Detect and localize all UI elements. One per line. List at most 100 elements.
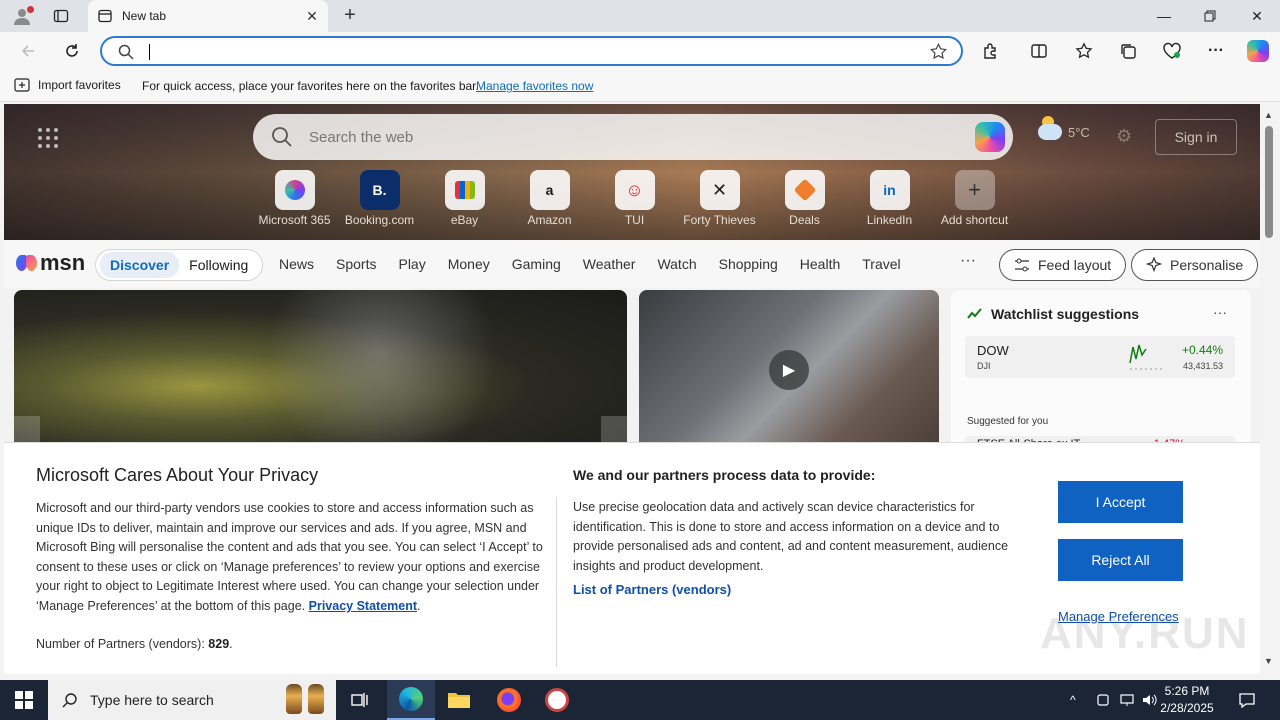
tab-new-tab[interactable]: New tab ✕ xyxy=(88,0,328,32)
taskbar-search-box[interactable]: Type here to search xyxy=(48,680,336,720)
privacy-consent-banner: Microsoft Cares About Your Privacy Micro… xyxy=(4,442,1260,674)
personalise-button[interactable]: Personalise xyxy=(1131,249,1259,281)
top-story-card[interactable] xyxy=(14,290,627,450)
browser-essentials-button[interactable] xyxy=(1160,40,1184,62)
favorites-button[interactable] xyxy=(1072,40,1096,62)
nav-item-watch[interactable]: Watch xyxy=(657,256,696,272)
firefox-icon xyxy=(497,688,521,712)
msn-logo[interactable]: msn xyxy=(16,250,85,276)
shortcut-linkedin[interactable]: in LinkedIn xyxy=(847,170,932,227)
privacy-body: Microsoft and our third-party vendors us… xyxy=(36,501,543,613)
msn-nav-bar: msn Discover Following News Sports Play Mon… xyxy=(4,240,1260,288)
app-taskbar-button[interactable] xyxy=(533,680,581,720)
feed-segment-control: Discover Following xyxy=(95,249,264,281)
scroll-up-icon[interactable]: ▲ xyxy=(1264,110,1273,120)
shortcut-forty-thieves[interactable]: ✕ Forty Thieves xyxy=(677,170,762,227)
copilot-icon[interactable] xyxy=(975,122,1005,152)
edge-taskbar-button[interactable] xyxy=(387,680,435,720)
accept-button[interactable]: I Accept xyxy=(1058,481,1183,523)
more-categories-button[interactable]: ··· xyxy=(960,252,976,270)
address-input[interactable] xyxy=(146,42,906,60)
manage-favorites-link[interactable]: Manage favorites now xyxy=(476,79,593,93)
shortcut-ebay[interactable]: eBay xyxy=(422,170,507,227)
privacy-statement-link[interactable]: Privacy Statement xyxy=(309,599,417,613)
shortcut-label: Add shortcut xyxy=(940,213,1009,227)
notifications-icon xyxy=(1239,693,1255,708)
page-scrollbar[interactable]: ▲ ▼ xyxy=(1260,104,1280,674)
stock-row[interactable]: DOW DJI +0.44% 43,431.53 xyxy=(965,336,1235,378)
favorite-star-icon[interactable] xyxy=(930,43,947,60)
back-button[interactable] xyxy=(14,38,42,64)
restore-icon xyxy=(1204,10,1216,22)
shortcut-tui[interactable]: ☺ TUI xyxy=(592,170,677,227)
app-icon xyxy=(545,688,569,712)
nav-item-money[interactable]: Money xyxy=(448,256,490,272)
gear-icon[interactable]: ⚙ xyxy=(1116,126,1132,147)
favorites-star-icon xyxy=(1075,42,1093,59)
tab-discover[interactable]: Discover xyxy=(100,252,180,278)
close-tab-icon[interactable]: ✕ xyxy=(304,8,320,24)
collections-button[interactable] xyxy=(1116,40,1140,62)
plus-icon: + xyxy=(954,170,995,210)
manage-preferences-link[interactable]: Manage Preferences xyxy=(1058,609,1179,624)
msn-butterfly-icon xyxy=(16,253,38,273)
show-hidden-icons-button[interactable]: ^ xyxy=(1070,680,1076,720)
address-bar[interactable] xyxy=(100,36,963,66)
nav-item-shopping[interactable]: Shopping xyxy=(719,256,778,272)
web-search-input[interactable] xyxy=(309,127,909,147)
reject-all-button[interactable]: Reject All xyxy=(1058,539,1183,581)
tray-app-icon[interactable] xyxy=(1096,680,1110,720)
system-clock[interactable]: 5:26 PM 2/28/2025 xyxy=(1142,683,1232,717)
device-icon xyxy=(1097,694,1109,706)
scroll-thumb[interactable] xyxy=(1265,126,1273,238)
feed-layout-button[interactable]: Feed layout xyxy=(999,249,1127,281)
edge-icon xyxy=(399,687,423,711)
nav-item-gaming[interactable]: Gaming xyxy=(512,256,561,272)
settings-menu-button[interactable]: ··· xyxy=(1204,40,1228,62)
shortcut-ms365[interactable]: Microsoft 365 xyxy=(252,170,337,227)
shortcut-plus[interactable]: + Add shortcut xyxy=(932,170,1017,227)
file-explorer-button[interactable] xyxy=(435,680,483,720)
tab-actions-button[interactable] xyxy=(48,4,74,28)
nav-item-health[interactable]: Health xyxy=(800,256,840,272)
nav-item-travel[interactable]: Travel xyxy=(862,256,900,272)
nav-item-news[interactable]: News xyxy=(279,256,314,272)
shortcut-deals[interactable]: Deals xyxy=(762,170,847,227)
sign-in-button[interactable]: Sign in xyxy=(1155,119,1237,155)
video-card[interactable]: ▶ xyxy=(639,290,939,450)
close-window-button[interactable]: ✕ xyxy=(1234,0,1280,32)
profile-button[interactable] xyxy=(8,4,36,28)
firefox-button[interactable] xyxy=(485,680,533,720)
shortcut-booking[interactable]: B. Booking.com xyxy=(337,170,422,227)
nav-item-sports[interactable]: Sports xyxy=(336,256,376,272)
weather-widget[interactable]: 5°C xyxy=(1038,116,1090,140)
web-search-box[interactable] xyxy=(253,114,1013,160)
import-favorites-button[interactable]: Import favorites xyxy=(14,78,121,92)
shortcut-amazon[interactable]: a Amazon xyxy=(507,170,592,227)
notification-center-button[interactable] xyxy=(1238,680,1256,720)
watchlist-more-button[interactable]: ··· xyxy=(1213,304,1227,320)
apps-launcher-icon[interactable] xyxy=(38,128,58,148)
nav-item-weather[interactable]: Weather xyxy=(583,256,636,272)
refresh-button[interactable] xyxy=(58,38,86,64)
play-icon[interactable]: ▶ xyxy=(769,350,809,390)
split-screen-button[interactable] xyxy=(1027,40,1051,62)
nav-item-play[interactable]: Play xyxy=(398,256,425,272)
sparkline-icon xyxy=(1129,344,1164,370)
tab-following[interactable]: Following xyxy=(179,257,258,273)
split-screen-icon xyxy=(1031,44,1047,58)
list-of-partners-link[interactable]: List of Partners (vendors) xyxy=(573,582,731,597)
network-icon[interactable] xyxy=(1119,680,1135,720)
minimize-button[interactable]: — xyxy=(1141,0,1187,32)
stock-price: 43,431.53 xyxy=(1182,361,1223,371)
taskbar-search-placeholder: Type here to search xyxy=(90,692,214,708)
new-tab-button[interactable]: + xyxy=(338,4,362,28)
start-button[interactable] xyxy=(0,680,48,720)
task-view-button[interactable] xyxy=(336,680,384,720)
scroll-down-icon[interactable]: ▼ xyxy=(1264,656,1273,666)
amazon-icon: a xyxy=(529,170,570,210)
copilot-button[interactable] xyxy=(1246,40,1270,62)
msn-logo-text: msn xyxy=(40,250,86,275)
extensions-button[interactable] xyxy=(979,40,1003,62)
restore-button[interactable] xyxy=(1187,0,1233,32)
